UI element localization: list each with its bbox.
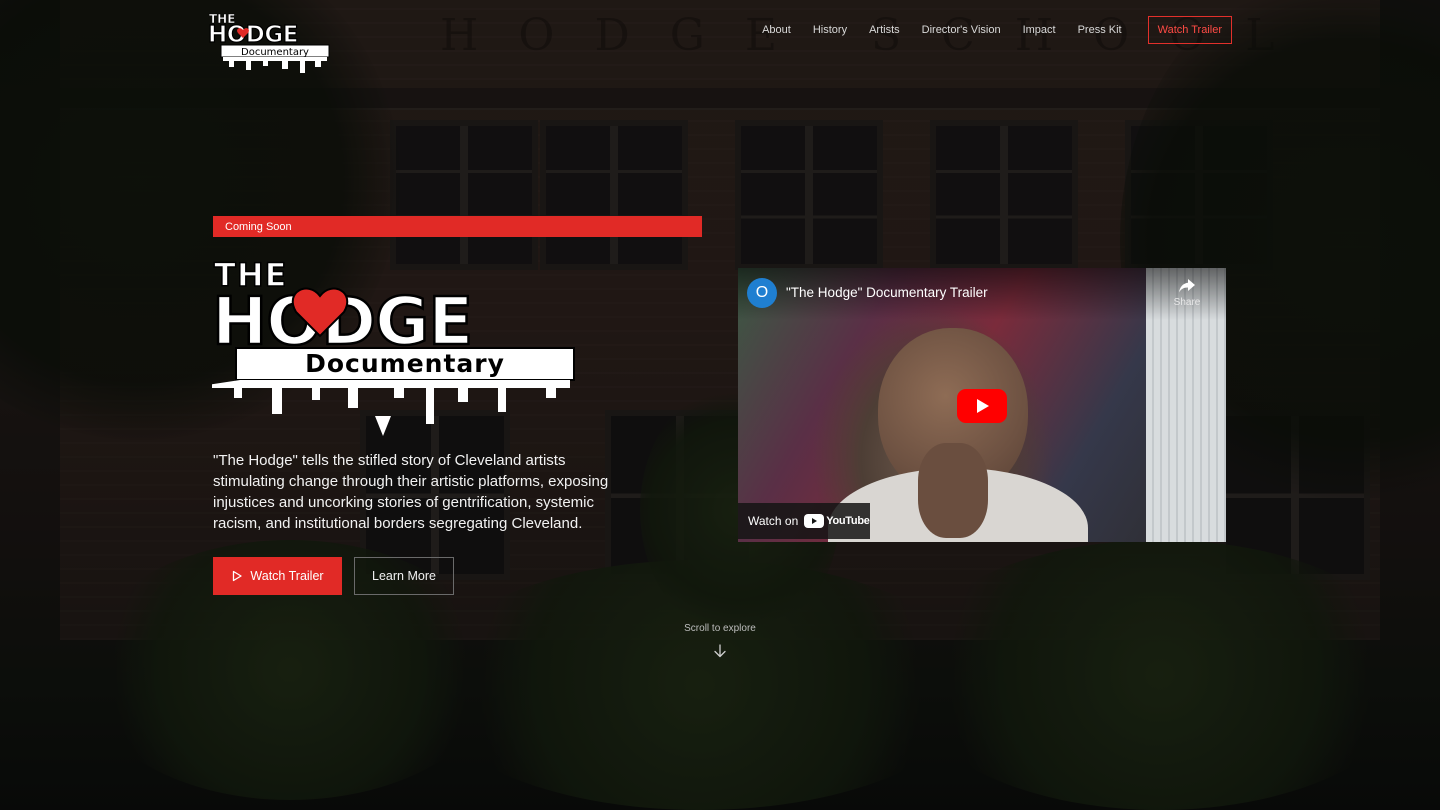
watch-on-label: Watch on xyxy=(748,514,799,528)
share-button[interactable]: Share xyxy=(1170,278,1204,308)
skyline-drip-graphic xyxy=(223,57,327,73)
nav-item-impact[interactable]: Impact xyxy=(1023,24,1056,36)
coming-soon-badge: Coming Soon xyxy=(213,216,702,237)
play-icon xyxy=(233,570,243,582)
hero-logo: THE HODGE Documentary xyxy=(212,256,575,436)
learn-more-button[interactable]: Learn More xyxy=(354,557,454,595)
skyline-drip-graphic xyxy=(212,380,570,436)
share-label: Share xyxy=(1173,297,1201,308)
main-nav: About History Artists Director's Vision … xyxy=(762,16,1232,44)
youtube-wordmark: YouTube xyxy=(826,515,870,527)
site-logo[interactable]: THE HODGE Documentary xyxy=(207,10,343,74)
nav-item-artists[interactable]: Artists xyxy=(869,24,900,36)
arrow-down-icon[interactable] xyxy=(712,643,728,659)
share-icon xyxy=(1179,279,1195,293)
watch-trailer-button[interactable]: Watch Trailer xyxy=(213,557,342,595)
nav-watch-trailer-button[interactable]: Watch Trailer xyxy=(1147,16,1232,44)
watch-on-youtube-button[interactable]: Watch on YouTube xyxy=(738,503,870,539)
scroll-hint-text: Scroll to explore xyxy=(684,623,756,634)
nav-item-history[interactable]: History xyxy=(813,24,847,36)
hero-description: "The Hodge" tells the stifled story of C… xyxy=(213,452,609,532)
video-thumbnail-hand xyxy=(918,443,988,538)
logo-hodge-text: HODGE xyxy=(208,22,298,48)
channel-avatar[interactable]: O xyxy=(747,278,777,308)
video-title[interactable]: "The Hodge" Documentary Trailer xyxy=(786,285,988,300)
hero-logo-documentary-text: Documentary xyxy=(305,349,505,378)
site-header: THE HODGE Documentary About History Arti… xyxy=(0,0,1440,73)
youtube-play-button[interactable] xyxy=(957,389,1007,423)
nav-item-directors-vision[interactable]: Director's Vision xyxy=(922,24,1001,36)
youtube-video-embed[interactable]: O "The Hodge" Documentary Trailer Share … xyxy=(738,268,1226,542)
watch-trailer-label: Watch Trailer xyxy=(250,569,324,583)
youtube-icon: YouTube xyxy=(804,514,870,528)
nav-item-press-kit[interactable]: Press Kit xyxy=(1078,24,1122,36)
nav-item-about[interactable]: About xyxy=(762,24,791,36)
logo-documentary-text: Documentary xyxy=(241,47,309,58)
